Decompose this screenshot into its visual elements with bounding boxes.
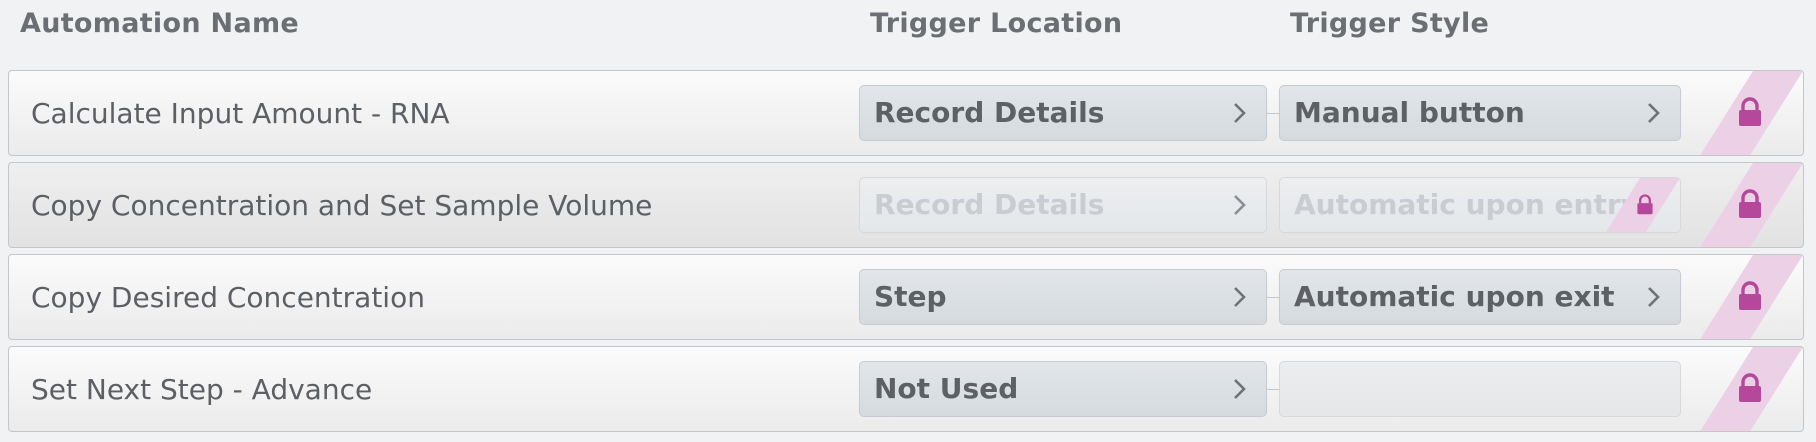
chevron-right-icon [1234,379,1246,399]
connector-line [1267,297,1279,298]
trigger-location-select[interactable]: Not Used [859,361,1267,417]
lock-icon [1739,281,1761,310]
chevron-right-icon [1234,195,1246,215]
trigger-location-value: Record Details [874,96,1105,129]
chevron-right-icon [1648,103,1660,123]
lock-icon [1739,97,1761,126]
trigger-style-value: Automatic upon entry [1294,188,1639,221]
trigger-style-select[interactable]: Manual button [1279,85,1681,141]
column-header-automation-name: Automation Name [20,8,300,39]
trigger-style-value: Manual button [1294,96,1525,129]
lock-toggle[interactable] [1699,255,1803,339]
automation-row: Copy Desired Concentration Step Automati… [8,254,1804,340]
trigger-location-value: Not Used [874,372,1019,405]
trigger-style-select[interactable]: Automatic upon entry [1279,177,1681,233]
trigger-location-select[interactable]: Step [859,269,1267,325]
connector-line [1267,389,1279,390]
automation-row: Set Next Step - Advance Not Used [8,346,1804,432]
trigger-location-value: Record Details [874,188,1105,221]
automation-name: Set Next Step - Advance [31,373,373,406]
automation-name: Copy Concentration and Set Sample Volume [31,189,653,222]
lock-icon [1637,194,1653,215]
style-lock [1606,178,1680,232]
lock-icon [1739,189,1761,218]
chevron-right-icon [1234,287,1246,307]
chevron-right-icon [1234,103,1246,123]
automation-row: Calculate Input Amount - RNA Record Deta… [8,70,1804,156]
trigger-style-select[interactable] [1279,361,1681,417]
trigger-style-value: Automatic upon exit [1294,280,1615,313]
trigger-style-select[interactable]: Automatic upon exit [1279,269,1681,325]
trigger-location-select[interactable]: Record Details [859,177,1267,233]
column-header-trigger-location: Trigger Location [870,8,1123,39]
automation-name: Calculate Input Amount - RNA [31,97,450,130]
trigger-location-value: Step [874,280,947,313]
lock-toggle[interactable] [1699,71,1803,155]
connector-line [1267,113,1279,114]
lock-icon [1739,373,1761,402]
automation-name: Copy Desired Concentration [31,281,425,314]
trigger-location-select[interactable]: Record Details [859,85,1267,141]
column-header-trigger-style: Trigger Style [1290,8,1490,39]
chevron-right-icon [1648,287,1660,307]
lock-toggle[interactable] [1699,347,1803,431]
automation-row: Copy Concentration and Set Sample Volume… [8,162,1804,248]
lock-toggle[interactable] [1699,163,1803,247]
